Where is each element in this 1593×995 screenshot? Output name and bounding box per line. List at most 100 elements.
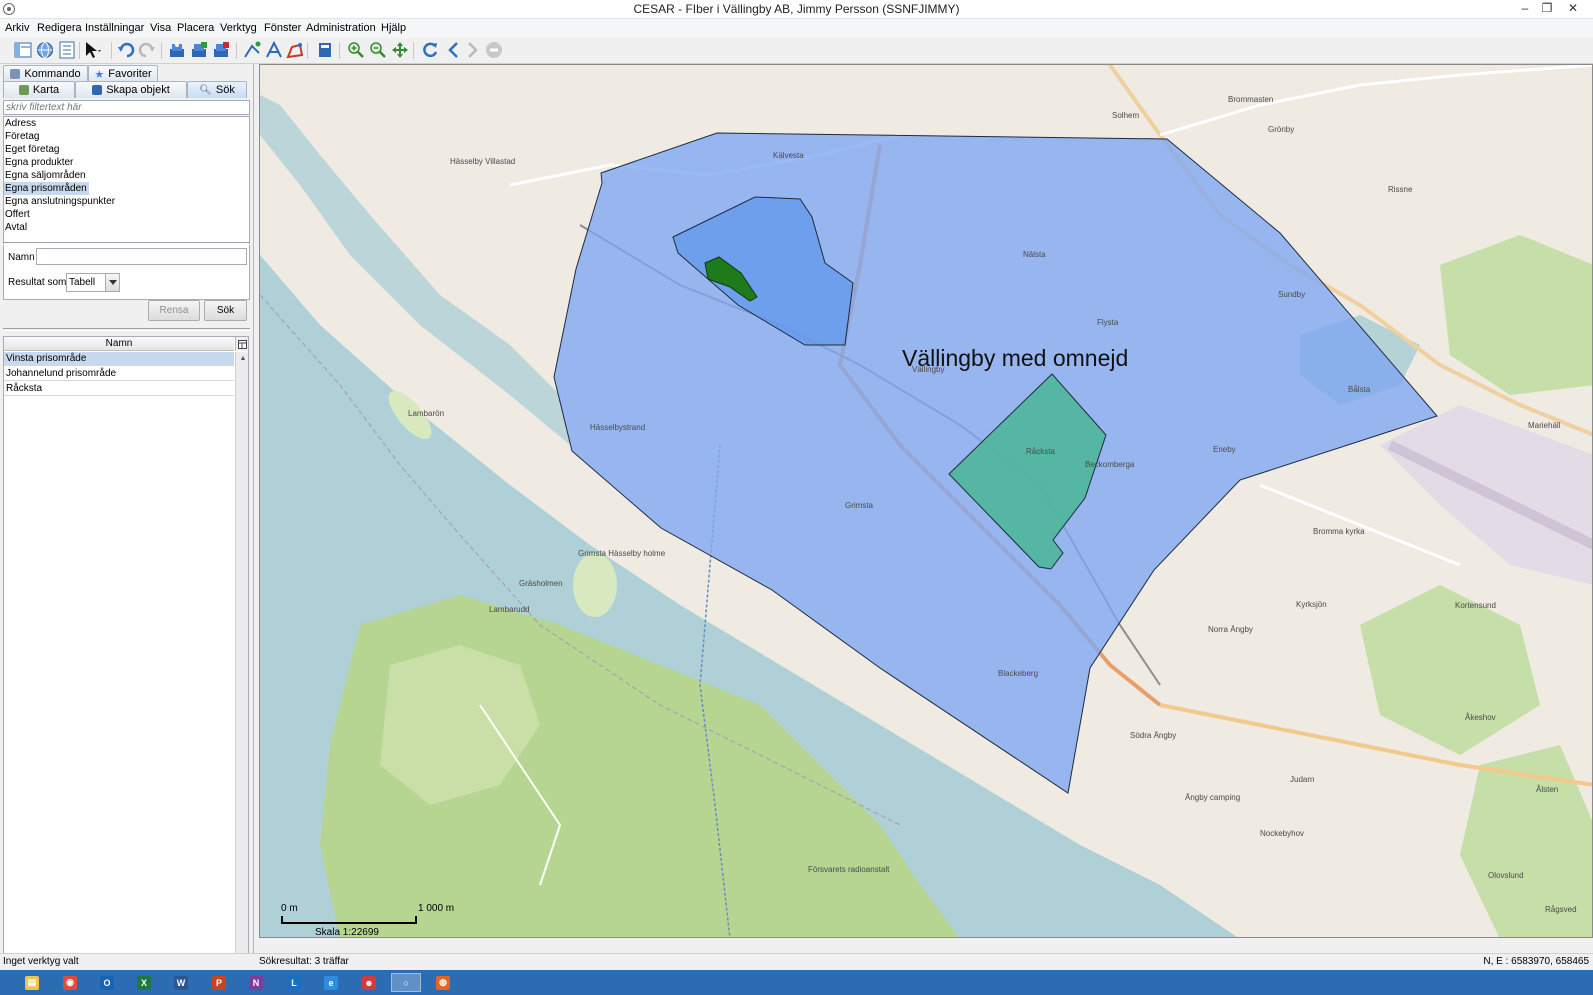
menu-administration[interactable]: Administration bbox=[306, 22, 376, 34]
category-item[interactable]: Offert bbox=[4, 208, 249, 221]
menu-visa[interactable]: Visa bbox=[150, 22, 171, 34]
create-object-icon bbox=[92, 85, 103, 95]
lync-icon: L bbox=[287, 975, 301, 990]
map-place-label: Eneby bbox=[1213, 445, 1236, 454]
layout-icon[interactable] bbox=[13, 40, 33, 60]
category-item[interactable]: Företag bbox=[4, 130, 249, 143]
map-place-label: Blackeberg bbox=[998, 669, 1039, 678]
table-row[interactable]: Johannelund prisområde bbox=[4, 367, 234, 381]
taskbar-app[interactable]: ◍ bbox=[428, 973, 458, 992]
zoom-out-icon[interactable] bbox=[368, 40, 388, 60]
draw-area-icon[interactable] bbox=[285, 40, 305, 60]
divider bbox=[3, 328, 250, 331]
filter-input[interactable] bbox=[3, 100, 250, 115]
taskbar-app[interactable]: ○ bbox=[391, 973, 421, 992]
taskbar-app[interactable]: L bbox=[279, 973, 309, 992]
minimize-button[interactable]: – bbox=[1514, 1, 1536, 17]
taskbar-app[interactable]: ☻ bbox=[354, 973, 384, 992]
map-icon bbox=[18, 85, 29, 95]
forward-icon[interactable] bbox=[463, 40, 483, 60]
map-place-label: Beckomberga bbox=[1085, 460, 1135, 469]
undo-icon[interactable] bbox=[116, 40, 136, 60]
layers-icon[interactable] bbox=[167, 40, 187, 60]
category-item[interactable]: Egna produkter bbox=[4, 156, 249, 169]
menu-hjalp[interactable]: Hjälp bbox=[381, 22, 406, 34]
taskbar-app[interactable]: P bbox=[204, 973, 234, 992]
taskbar-app[interactable]: N bbox=[241, 973, 271, 992]
tab-favoriter[interactable]: ★ Favoriter bbox=[88, 65, 158, 82]
name-input[interactable] bbox=[36, 248, 247, 265]
map-canvas[interactable] bbox=[260, 65, 1593, 938]
map-place-label: Lambarudd bbox=[489, 605, 530, 614]
tab-kommando[interactable]: Kommando bbox=[3, 65, 88, 82]
menu-installningar[interactable]: Inställningar bbox=[85, 22, 144, 34]
results-scrollbar[interactable]: ▲ ▼ bbox=[235, 352, 248, 995]
table-row[interactable]: Råcksta bbox=[4, 382, 234, 396]
map-place-label: Åkeshov bbox=[1465, 713, 1496, 722]
taskbar-app[interactable]: X bbox=[129, 973, 159, 992]
map-place-label: Norra Ängby bbox=[1208, 625, 1253, 634]
menu-verktyg[interactable]: Verktyg bbox=[220, 22, 257, 34]
map-place-label: Solhem bbox=[1112, 111, 1140, 120]
category-item[interactable]: Egna säljområden bbox=[4, 169, 249, 182]
category-item[interactable]: Avtal bbox=[4, 221, 249, 234]
menu-fonster[interactable]: Fönster bbox=[264, 22, 301, 34]
clear-button[interactable]: Rensa bbox=[148, 300, 200, 321]
taskbar-app[interactable]: e bbox=[316, 973, 346, 992]
search-icon: 🔍︎ bbox=[199, 84, 212, 96]
pan-icon[interactable] bbox=[390, 40, 410, 60]
result-as-select[interactable]: Tabell bbox=[66, 273, 120, 292]
draw-line-icon[interactable] bbox=[242, 40, 262, 60]
chevron-down-icon[interactable] bbox=[105, 274, 119, 291]
map-place-label: Judarn bbox=[1290, 775, 1315, 784]
column-chooser-icon[interactable] bbox=[235, 337, 248, 351]
status-search-result: Sökresultat: 3 träffar bbox=[259, 956, 349, 967]
stop-icon[interactable] bbox=[484, 40, 504, 60]
refresh-icon[interactable] bbox=[420, 40, 440, 60]
title-bar: CESAR - FIber i Vällingby AB, Jimmy Pers… bbox=[0, 0, 1593, 19]
back-icon[interactable] bbox=[443, 40, 463, 60]
taskbar-app[interactable]: ▤ bbox=[17, 973, 47, 992]
taskbar-app[interactable]: O bbox=[92, 973, 122, 992]
category-item-selected[interactable]: Egna prisområden bbox=[4, 182, 89, 195]
taskbar: ▤ ◉ O X W P N Le ☻ ○ ◍ bbox=[0, 970, 1593, 995]
map-place-label: Gräsholmen bbox=[519, 579, 563, 588]
layers-remove-icon[interactable] bbox=[211, 40, 231, 60]
taskbar-app[interactable]: ◉ bbox=[55, 973, 85, 992]
search-button[interactable]: Sök bbox=[204, 300, 247, 321]
menu-redigera[interactable]: Redigera bbox=[37, 22, 82, 34]
tab-sok[interactable]: 🔍︎ Sök bbox=[187, 81, 247, 98]
column-header-namn[interactable]: Namn bbox=[4, 337, 234, 351]
menu-placera[interactable]: Placera bbox=[177, 22, 214, 34]
book-icon[interactable] bbox=[315, 40, 335, 60]
zoom-in-icon[interactable] bbox=[346, 40, 366, 60]
taskbar-app[interactable]: W bbox=[166, 973, 196, 992]
map-place-label: Rissne bbox=[1388, 185, 1413, 194]
map-place-label: Sundby bbox=[1278, 290, 1306, 299]
map-place-label: Ängby camping bbox=[1185, 793, 1241, 802]
pointer-icon[interactable] bbox=[82, 40, 102, 60]
layers-add-icon[interactable] bbox=[189, 40, 209, 60]
list-icon[interactable] bbox=[57, 40, 77, 60]
restore-button[interactable]: ❐ bbox=[1536, 1, 1558, 17]
menu-arkiv[interactable]: Arkiv bbox=[5, 22, 29, 34]
table-row-selected[interactable]: Vinsta prisområde bbox=[4, 352, 234, 366]
category-item[interactable]: Egna anslutningspunkter bbox=[4, 195, 249, 208]
file-explorer-icon: ▤ bbox=[25, 975, 39, 990]
category-item[interactable]: Adress bbox=[4, 117, 249, 130]
scale-start-label: 0 m bbox=[281, 903, 298, 914]
status-tool: Inget verktyg valt bbox=[3, 956, 79, 967]
tab-karta[interactable]: Karta bbox=[3, 81, 75, 98]
scroll-up-icon[interactable]: ▲ bbox=[236, 352, 248, 364]
tab-skapa-objekt[interactable]: Skapa objekt bbox=[75, 81, 187, 98]
map-place-label: Kortensund bbox=[1455, 601, 1496, 610]
map-place-label: Försvarets radioanstalt bbox=[808, 865, 890, 874]
category-item[interactable]: Eget företag bbox=[4, 143, 249, 156]
globe-icon[interactable] bbox=[35, 40, 55, 60]
map-view[interactable]: Solhem Brommasten Kälvesta Hässelby Vill… bbox=[259, 64, 1593, 938]
redo-icon[interactable] bbox=[137, 40, 157, 60]
draw-text-icon[interactable] bbox=[264, 40, 284, 60]
messenger-icon: ☻ bbox=[362, 975, 376, 990]
name-label: Namn bbox=[8, 252, 35, 263]
close-button[interactable]: ✕ bbox=[1562, 1, 1584, 17]
